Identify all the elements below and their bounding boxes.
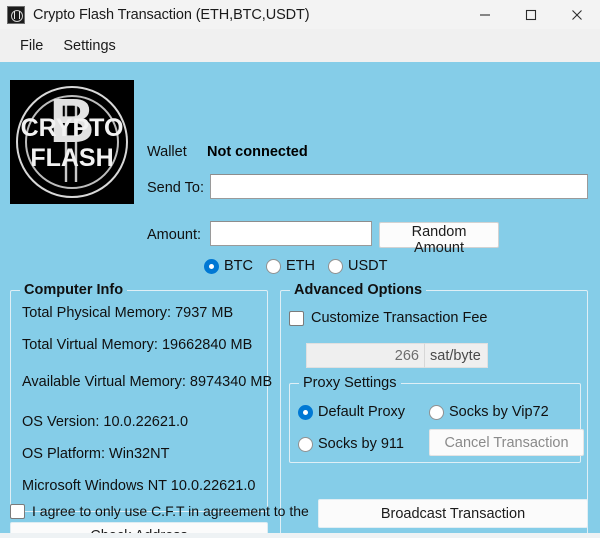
wallet-status: Not connected (207, 144, 308, 160)
radio-btc-label: BTC (224, 258, 253, 274)
radio-usdt-indicator (328, 258, 343, 274)
radio-socks-vip72[interactable]: Socks by Vip72 (429, 404, 549, 420)
advanced-options-title: Advanced Options (290, 282, 427, 298)
info-os-platform: OS Platform: Win32NT (22, 446, 170, 462)
radio-eth[interactable]: ETH (266, 258, 315, 274)
cancel-transaction-button[interactable]: Cancel Transaction (429, 429, 584, 456)
radio-btc[interactable]: BTC (204, 258, 253, 274)
radio-usdt[interactable]: USDT (328, 258, 387, 274)
info-os-version: OS Version: 10.0.22621.0 (22, 414, 189, 430)
send-to-input[interactable] (210, 174, 588, 199)
transaction-fee-input[interactable] (306, 343, 424, 368)
wallet-label: Wallet (147, 144, 187, 160)
menu-item-settings[interactable]: Settings (53, 35, 125, 57)
radio-socks-911-indicator (298, 436, 313, 452)
send-to-label: Send To: (147, 180, 204, 196)
client-area: B CRYPTO FLASH Wallet Not connected Send… (0, 62, 600, 538)
radio-default-proxy[interactable]: Default Proxy (298, 404, 405, 420)
radio-default-proxy-indicator (298, 404, 313, 420)
proxy-settings-title: Proxy Settings (299, 375, 401, 391)
logo-line-1: CRYPTO (21, 114, 124, 142)
currency-radio-group: BTC ETH USDT (204, 258, 400, 274)
radio-usdt-label: USDT (348, 258, 388, 274)
radio-socks-911-label: Socks by 911 (318, 436, 404, 452)
computer-info-title: Computer Info (20, 282, 128, 298)
menu-item-file[interactable]: File (10, 35, 53, 57)
close-icon[interactable] (554, 0, 600, 29)
info-total-virtual-memory: Total Virtual Memory: 19662840 MB (22, 337, 253, 353)
customize-fee-checkbox-row[interactable]: Customize Transaction Fee (289, 310, 488, 326)
info-total-physical-memory: Total Physical Memory: 7937 MB (22, 305, 234, 321)
agreement-row[interactable]: I agree to only use C.F.T in agreement t… (10, 503, 309, 519)
broadcast-transaction-button[interactable]: Broadcast Transaction (318, 499, 588, 528)
transaction-fee-unit: sat/byte (424, 343, 488, 368)
bottom-strip (0, 533, 600, 538)
random-amount-button[interactable]: Random Amount (379, 222, 499, 256)
crypto-flash-logo: B CRYPTO FLASH (10, 80, 134, 204)
minimize-icon[interactable] (462, 0, 508, 29)
agreement-checkbox[interactable] (10, 503, 25, 519)
menu-bar: File Settings (0, 29, 600, 62)
proxy-settings-group: Proxy Settings Default Proxy Socks by Vi… (289, 375, 584, 463)
logo-line-2: FLASH (30, 144, 113, 172)
info-os-full-name: Microsoft Windows NT 10.0.22621.0 (22, 478, 256, 494)
customize-fee-checkbox[interactable] (289, 310, 304, 326)
customize-fee-label: Customize Transaction Fee (311, 310, 488, 326)
radio-socks-911[interactable]: Socks by 911 (298, 436, 404, 452)
amount-input[interactable] (210, 221, 372, 246)
radio-socks-vip72-indicator (429, 404, 444, 420)
info-available-virtual-memory: Available Virtual Memory: 8974340 MB (22, 374, 273, 390)
application-window: Crypto Flash Transaction (ETH,BTC,USDT) … (0, 0, 600, 538)
app-icon (7, 5, 25, 24)
radio-eth-indicator (266, 258, 281, 274)
window-controls (462, 0, 600, 29)
amount-label: Amount: (147, 227, 201, 243)
maximize-icon[interactable] (508, 0, 554, 29)
transaction-fee-field: sat/byte (306, 343, 488, 368)
agreement-label: I agree to only use C.F.T in agreement t… (32, 503, 309, 519)
radio-default-proxy-label: Default Proxy (318, 404, 406, 420)
computer-info-group: Computer Info Total Physical Memory: 793… (10, 282, 272, 512)
radio-socks-vip72-label: Socks by Vip72 (449, 404, 549, 420)
radio-eth-label: ETH (286, 258, 315, 274)
title-bar: Crypto Flash Transaction (ETH,BTC,USDT) (0, 0, 600, 29)
radio-btc-indicator (204, 258, 219, 274)
window-title: Crypto Flash Transaction (ETH,BTC,USDT) (33, 6, 310, 23)
